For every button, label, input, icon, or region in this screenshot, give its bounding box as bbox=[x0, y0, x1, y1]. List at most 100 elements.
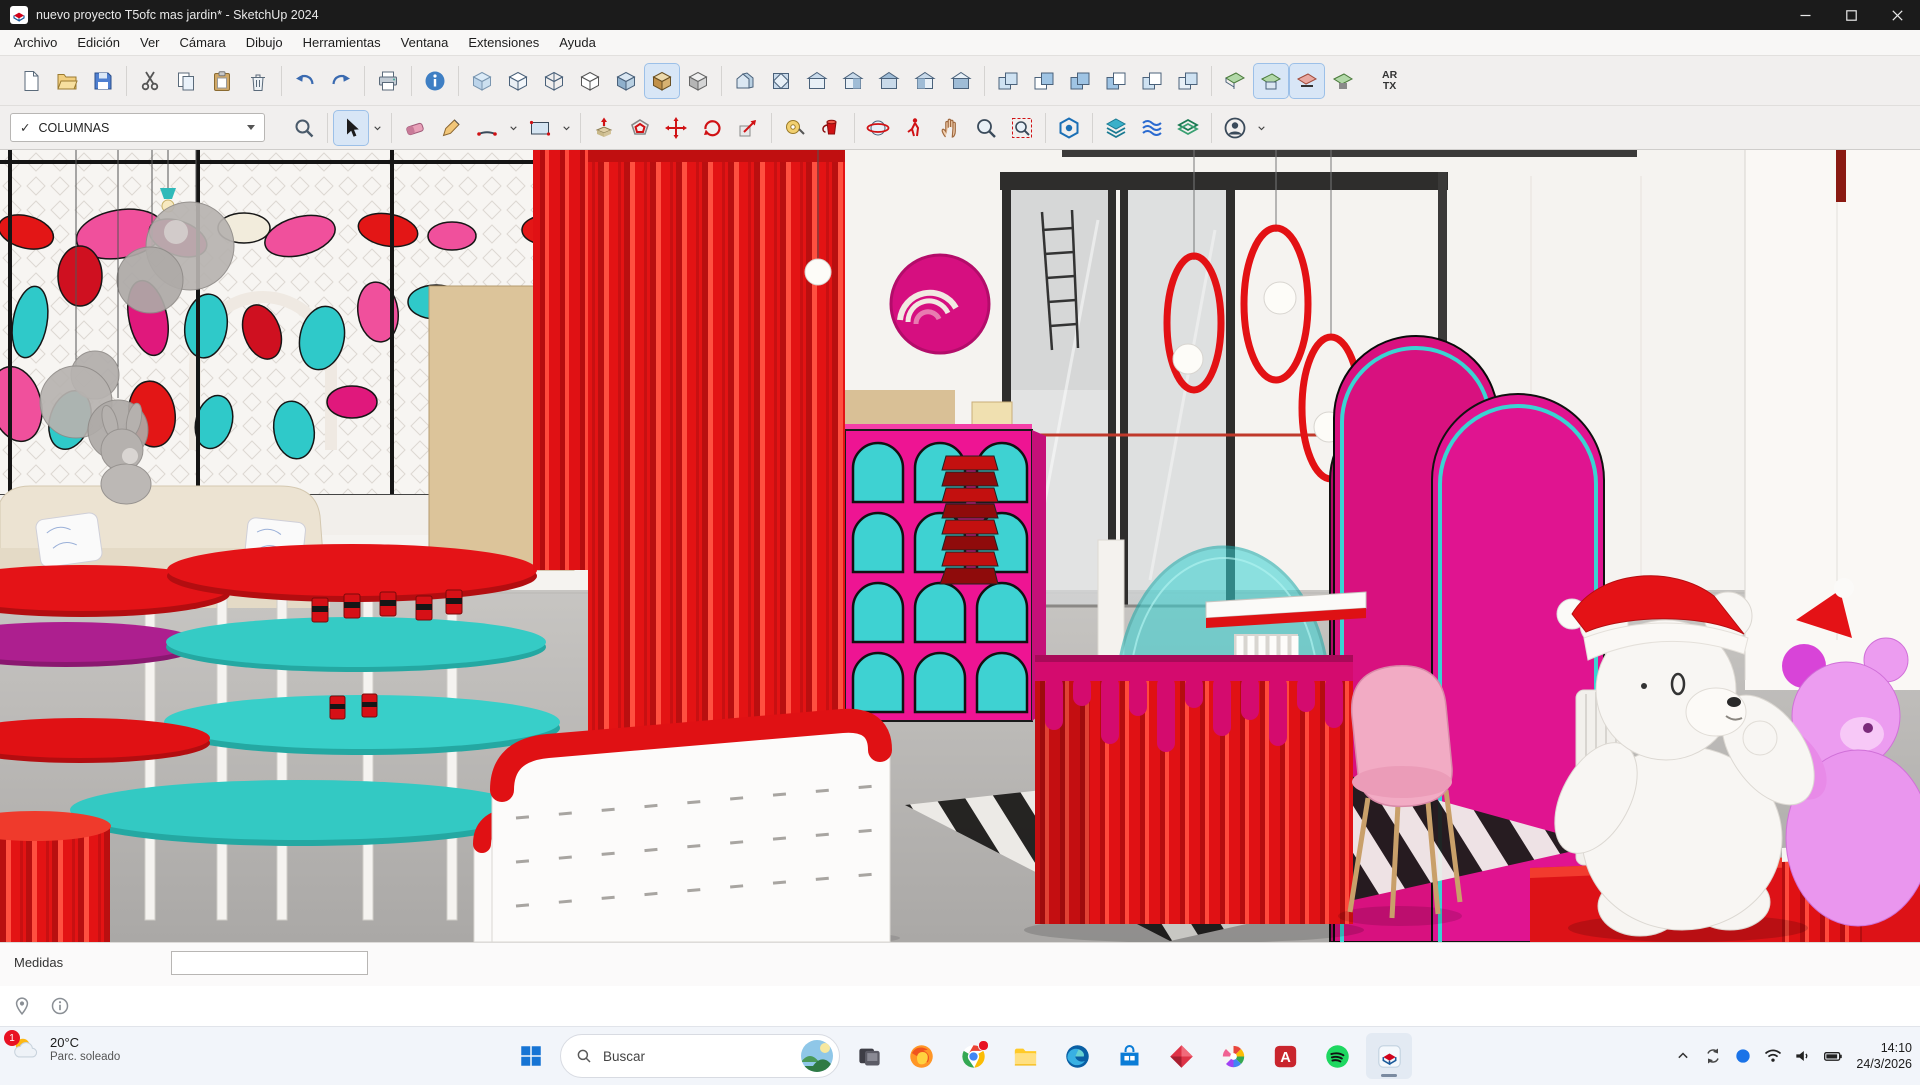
viewport-3d[interactable] bbox=[0, 150, 1920, 942]
walk-button[interactable] bbox=[897, 111, 931, 145]
arc-button[interactable] bbox=[470, 111, 504, 145]
eraser-button[interactable] bbox=[398, 111, 432, 145]
close-button[interactable] bbox=[1874, 0, 1920, 30]
offset-button[interactable] bbox=[623, 111, 657, 145]
redo-button[interactable] bbox=[324, 64, 358, 98]
solid-subtract-button[interactable] bbox=[1099, 64, 1133, 98]
tray-volume-icon[interactable] bbox=[1788, 1041, 1818, 1071]
solid-trim-button[interactable] bbox=[1135, 64, 1169, 98]
taskbar-app-task-view[interactable] bbox=[846, 1033, 892, 1079]
taskbar-app-file-explorer[interactable] bbox=[1002, 1033, 1048, 1079]
view-top-button[interactable] bbox=[764, 64, 798, 98]
extension-stack-2-button[interactable] bbox=[1135, 111, 1169, 145]
ar-tx-extension-button[interactable]: AR TX bbox=[1376, 69, 1403, 93]
zoom-extents-button[interactable] bbox=[1005, 111, 1039, 145]
style-wireframe-button[interactable] bbox=[537, 64, 571, 98]
style-shaded-button[interactable] bbox=[609, 64, 643, 98]
scene-canvas[interactable] bbox=[0, 150, 1920, 942]
taskbar-app-microsoft-store[interactable] bbox=[1106, 1033, 1152, 1079]
red-drum-table[interactable] bbox=[0, 811, 111, 942]
maximize-button[interactable] bbox=[1828, 0, 1874, 30]
tray-blue-dot-icon[interactable] bbox=[1728, 1041, 1758, 1071]
menu-archivo[interactable]: Archivo bbox=[4, 32, 67, 53]
red-drip-counter[interactable] bbox=[1024, 655, 1364, 942]
push-pull-button[interactable] bbox=[587, 111, 621, 145]
taskbar-app-chrome[interactable] bbox=[950, 1033, 996, 1079]
extension-hexagon-button[interactable] bbox=[1052, 111, 1086, 145]
search-button[interactable] bbox=[287, 111, 321, 145]
solid-intersect-button[interactable] bbox=[1027, 64, 1061, 98]
style-xray-button[interactable] bbox=[465, 64, 499, 98]
taskbar-clock[interactable]: 14:10 24/3/2026 bbox=[1856, 1040, 1912, 1072]
menu-ver[interactable]: Ver bbox=[130, 32, 170, 53]
menu-dibujo[interactable]: Dibujo bbox=[236, 32, 293, 53]
display-section-fill-button[interactable] bbox=[1326, 64, 1360, 98]
menu-edicion[interactable]: Edición bbox=[67, 32, 130, 53]
view-iso-button[interactable] bbox=[728, 64, 762, 98]
scale-button[interactable] bbox=[731, 111, 765, 145]
menu-ayuda[interactable]: Ayuda bbox=[549, 32, 606, 53]
paint-bucket-button[interactable] bbox=[814, 111, 848, 145]
measurements-input[interactable] bbox=[171, 951, 368, 975]
rectangle-button[interactable] bbox=[523, 111, 557, 145]
style-textured-button[interactable] bbox=[645, 64, 679, 98]
rectangle-menu-button[interactable] bbox=[559, 111, 574, 145]
red-shopping-baskets[interactable] bbox=[940, 456, 998, 584]
paste-button[interactable] bbox=[205, 64, 239, 98]
extension-stack-1-button[interactable] bbox=[1099, 111, 1133, 145]
copy-button[interactable] bbox=[169, 64, 203, 98]
zoom-button[interactable] bbox=[969, 111, 1003, 145]
display-section-planes-button[interactable] bbox=[1254, 64, 1288, 98]
style-monochrome-button[interactable] bbox=[681, 64, 715, 98]
save-file-button[interactable] bbox=[86, 64, 120, 98]
menu-herramientas[interactable]: Herramientas bbox=[293, 32, 391, 53]
account-button[interactable] bbox=[1218, 111, 1252, 145]
taskbar-app-red-diamond-app[interactable] bbox=[1158, 1033, 1204, 1079]
style-hidden-line-button[interactable] bbox=[573, 64, 607, 98]
solid-split-button[interactable] bbox=[1171, 64, 1205, 98]
taskbar-app-photos[interactable] bbox=[1210, 1033, 1256, 1079]
cut-button[interactable] bbox=[133, 64, 167, 98]
view-right-button[interactable] bbox=[836, 64, 870, 98]
start-button[interactable] bbox=[508, 1033, 554, 1079]
account-menu-button[interactable] bbox=[1254, 111, 1269, 145]
credits-info-icon[interactable] bbox=[50, 996, 70, 1016]
minimize-button[interactable] bbox=[1782, 0, 1828, 30]
open-file-button[interactable] bbox=[50, 64, 84, 98]
undo-button[interactable] bbox=[288, 64, 322, 98]
active-tag-dropdown[interactable]: ✓ COLUMNAS bbox=[10, 113, 265, 142]
taskbar-app-firefox[interactable] bbox=[898, 1033, 944, 1079]
taskbar-app-edge[interactable] bbox=[1054, 1033, 1100, 1079]
weather-widget[interactable]: 1 20°C Parc. soleado bbox=[10, 1034, 120, 1066]
tray-chevron-up-icon[interactable] bbox=[1668, 1041, 1698, 1071]
menu-extensiones[interactable]: Extensiones bbox=[458, 32, 549, 53]
taskbar-app-spotify[interactable] bbox=[1314, 1033, 1360, 1079]
taskbar-app-sketchup[interactable] bbox=[1366, 1033, 1412, 1079]
white-display-gondola[interactable] bbox=[474, 714, 900, 942]
tape-measure-button[interactable] bbox=[778, 111, 812, 145]
select-button[interactable] bbox=[334, 111, 368, 145]
tray-sync-icon[interactable] bbox=[1698, 1041, 1728, 1071]
taskbar-search[interactable]: Buscar bbox=[560, 1034, 840, 1078]
new-file-button[interactable] bbox=[14, 64, 48, 98]
view-back-button[interactable] bbox=[872, 64, 906, 98]
menu-camara[interactable]: Cámara bbox=[170, 32, 236, 53]
line-button[interactable] bbox=[434, 111, 468, 145]
orbit-button[interactable] bbox=[861, 111, 895, 145]
taskbar-app-acrobat[interactable]: A bbox=[1262, 1033, 1308, 1079]
style-back-edges-button[interactable] bbox=[501, 64, 535, 98]
solid-outer-shell-button[interactable] bbox=[991, 64, 1025, 98]
pan-button[interactable] bbox=[933, 111, 967, 145]
tray-battery-icon[interactable] bbox=[1818, 1041, 1848, 1071]
section-plane-button[interactable] bbox=[1218, 64, 1252, 98]
display-section-cuts-button[interactable] bbox=[1290, 64, 1324, 98]
view-left-button[interactable] bbox=[908, 64, 942, 98]
menu-ventana[interactable]: Ventana bbox=[391, 32, 459, 53]
view-front-button[interactable] bbox=[800, 64, 834, 98]
tray-wifi-icon[interactable] bbox=[1758, 1041, 1788, 1071]
move-button[interactable] bbox=[659, 111, 693, 145]
solid-union-button[interactable] bbox=[1063, 64, 1097, 98]
geolocation-icon[interactable] bbox=[12, 996, 32, 1016]
brand-circle-logo[interactable] bbox=[891, 255, 989, 353]
extension-stack-3-button[interactable] bbox=[1171, 111, 1205, 145]
